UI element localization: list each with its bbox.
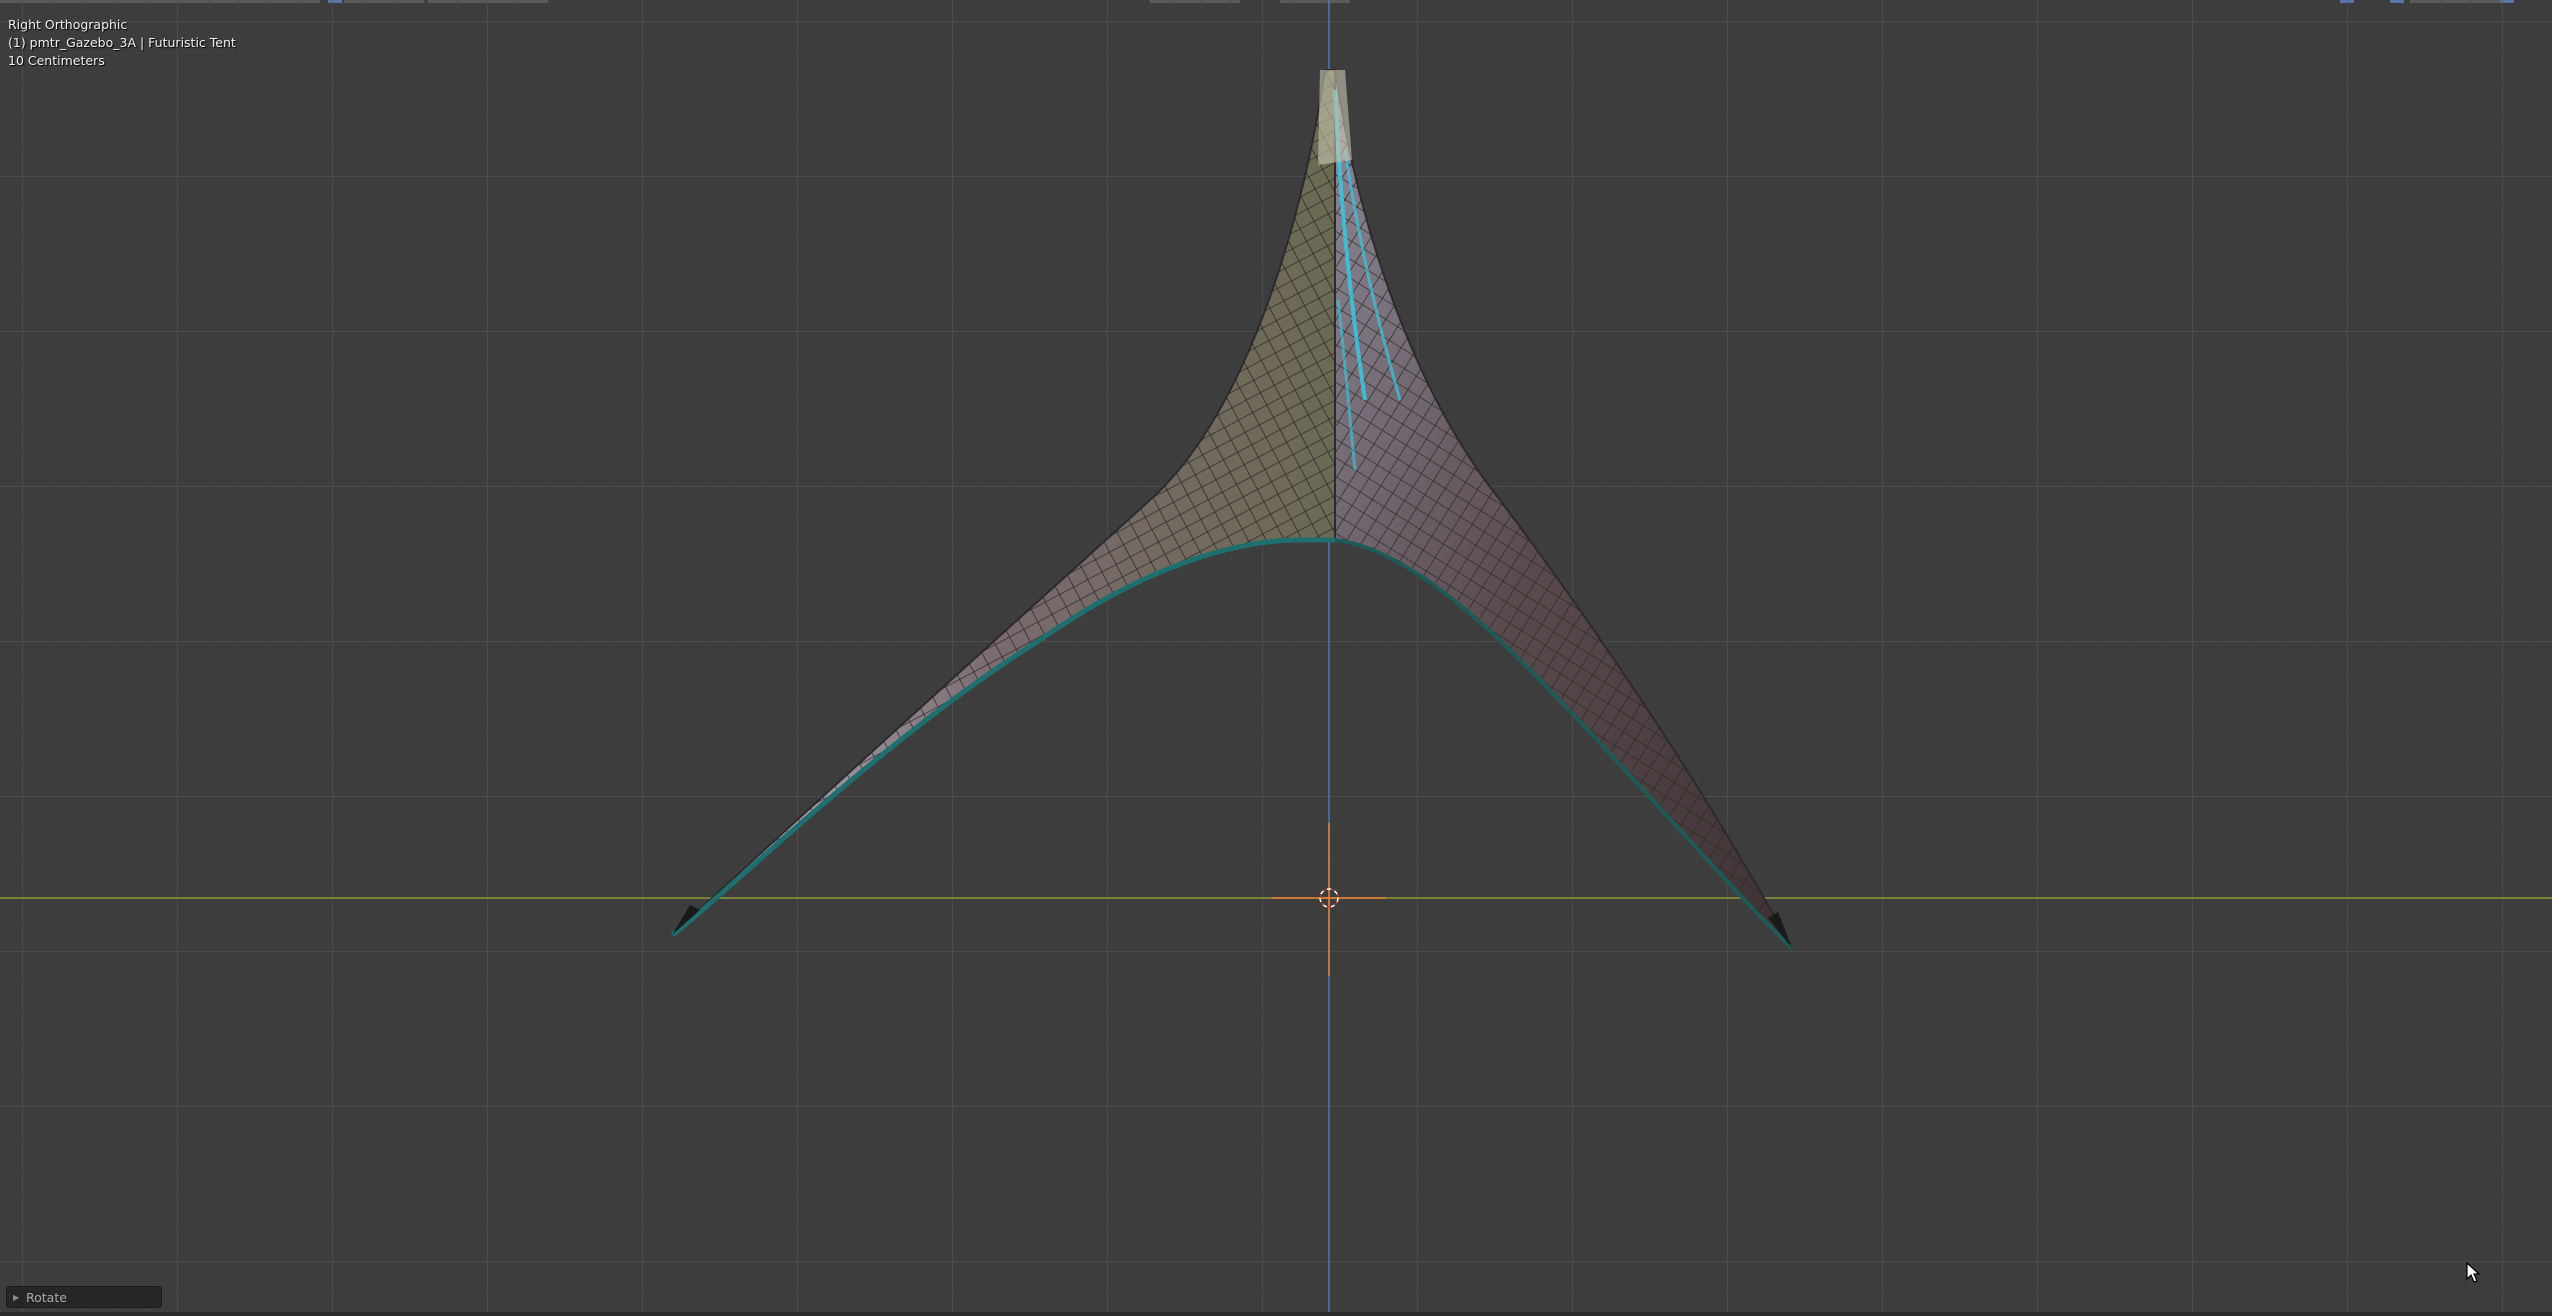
triangle-right-icon[interactable]: ▶ — [13, 1287, 19, 1309]
viewport-info-overlay: Right Orthographic (1) pmtr_Gazebo_3A | … — [8, 16, 236, 70]
view-name-label: Right Orthographic — [8, 17, 128, 32]
operator-label: Rotate — [26, 1290, 67, 1305]
mouse-pointer-icon — [2466, 1262, 2481, 1283]
bottom-edge — [0, 1312, 2552, 1316]
viewport-grid — [0, 0, 2552, 1316]
3d-viewport[interactable]: Right Orthographic (1) pmtr_Gazebo_3A | … — [0, 0, 2552, 1316]
object-info-label: (1) pmtr_Gazebo_3A | Futuristic Tent — [8, 35, 236, 50]
grid-scale-label: 10 Centimeters — [8, 53, 105, 68]
last-operator-panel[interactable]: ▶ Rotate — [6, 1286, 162, 1308]
